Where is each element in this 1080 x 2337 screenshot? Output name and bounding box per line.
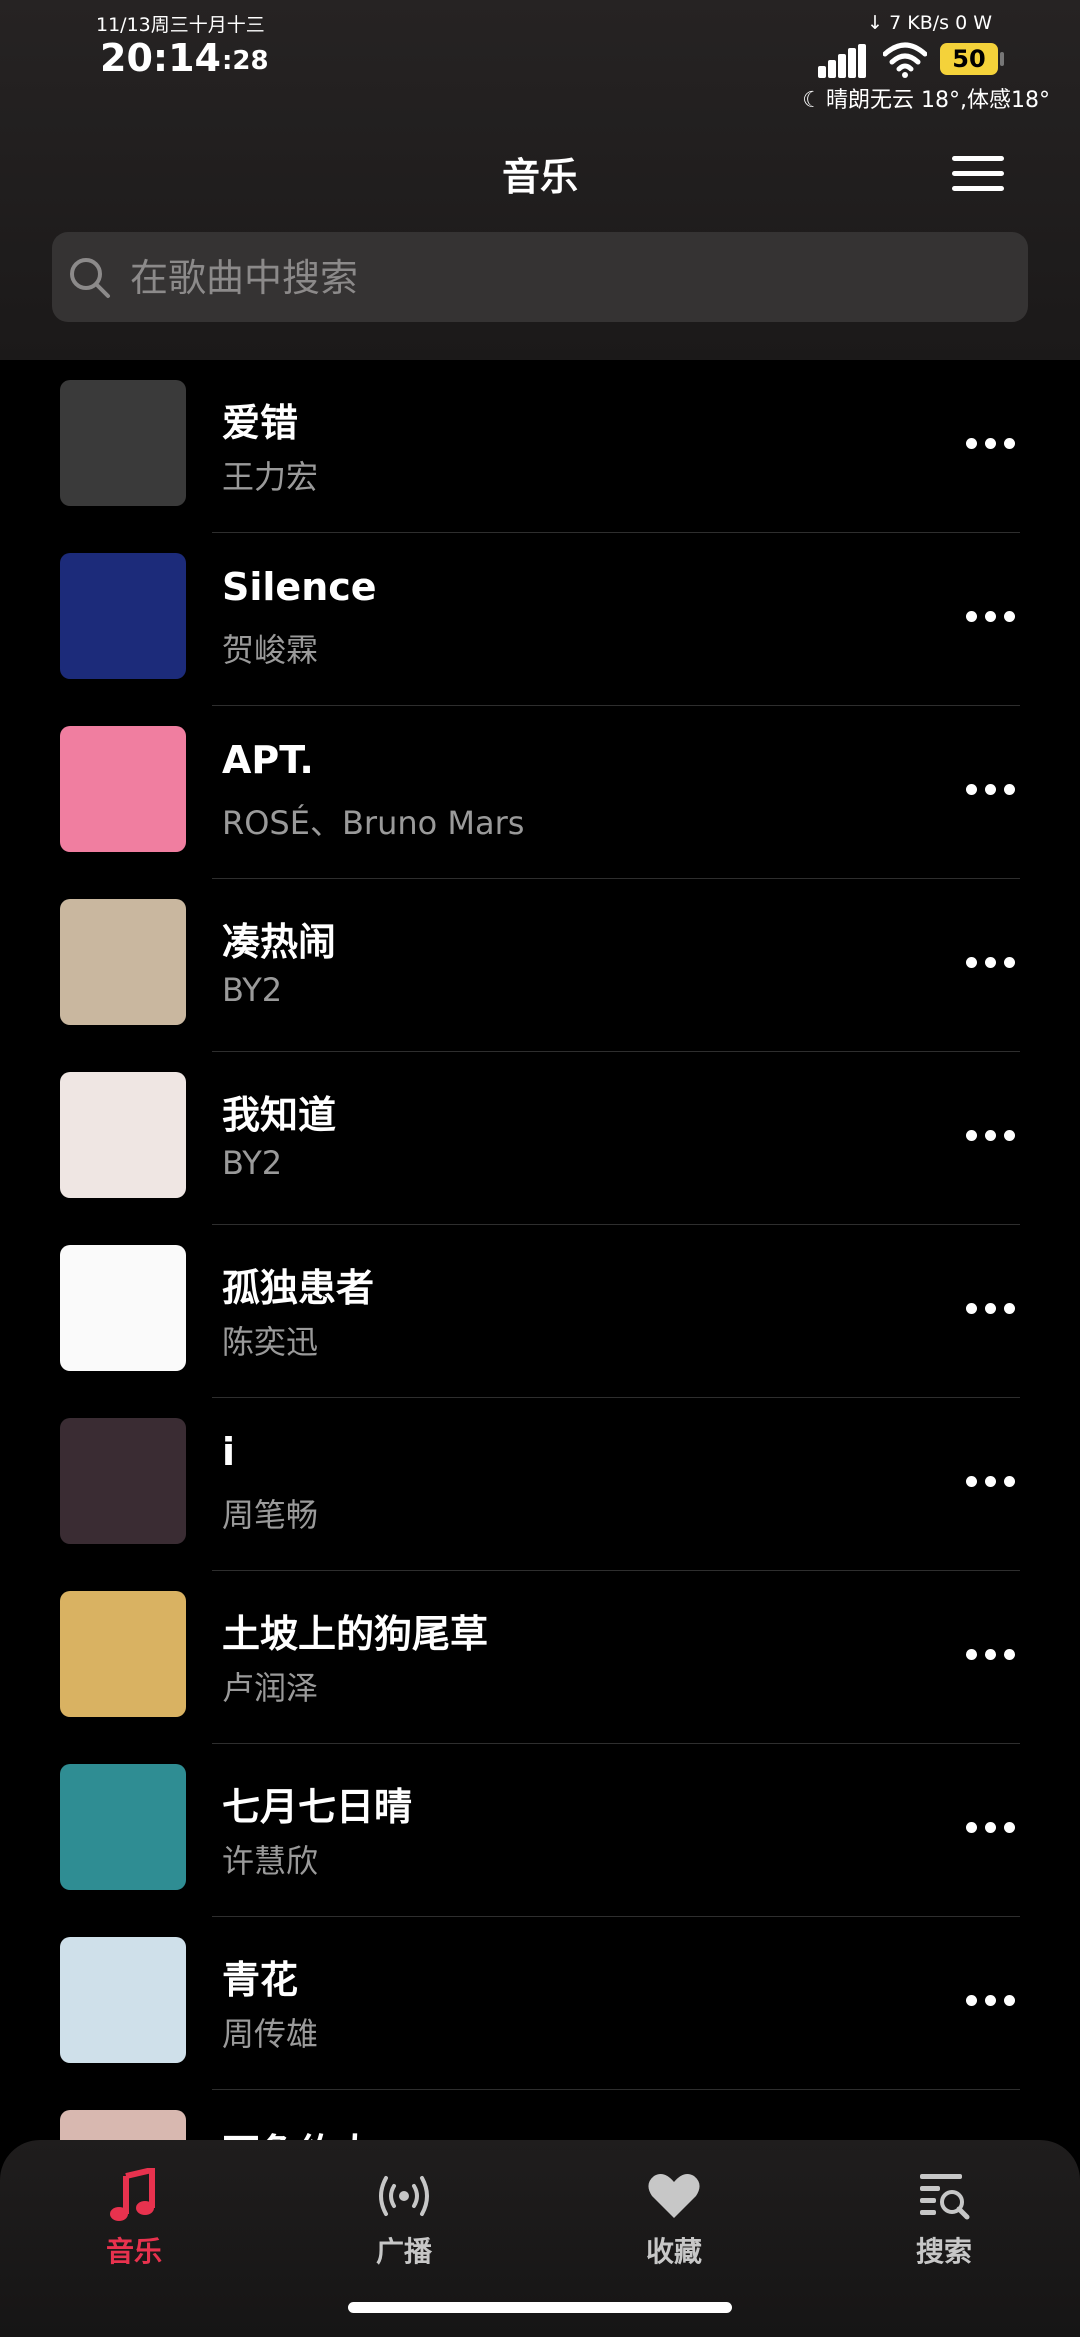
album-cover [60,726,186,852]
search-input[interactable] [128,232,1012,324]
song-row[interactable]: Silence 贺峻霖 [0,533,1080,706]
album-cover [60,380,186,506]
song-row[interactable]: 七月七日晴 许慧欣 [0,1744,1080,1917]
status-seconds: :28 [222,46,269,76]
song-title: APT. [222,738,314,782]
wifi-icon [883,42,927,78]
song-artist: 王力宏 [222,458,319,496]
song-row[interactable]: i 周笔畅 [0,1398,1080,1571]
more-options-icon[interactable] [966,784,1016,796]
album-cover [60,1764,186,1890]
song-title: i [222,1430,236,1474]
menu-icon-bar [952,171,1004,176]
tab-label: 音乐 [105,2235,162,2268]
signal-icon [818,44,866,78]
album-cover [60,1418,186,1544]
battery-indicator: 50 [940,43,998,75]
menu-icon [952,156,1004,161]
song-artist: ROSÉ、Bruno Mars [222,804,525,842]
heart-icon [648,2174,700,2218]
more-options-icon[interactable] [966,1822,1016,1834]
song-row[interactable]: 凑热闹 BY2 [0,879,1080,1052]
song-title: 土坡上的狗尾草 [222,1612,489,1656]
song-title: Silence [222,565,377,609]
song-row[interactable]: 土坡上的狗尾草卢润泽 [0,1571,1080,1744]
song-artist: BY2 [222,1144,283,1182]
more-options-icon[interactable] [966,1303,1016,1315]
weather-status: ☾ 晴朗无云 18°,体感18° [802,82,1050,114]
song-list: 爱错王力宏 Silence 贺峻霖 APT. ROSÉ、Bruno Mars 凑热闹 BY2… [0,360,1080,2140]
album-cover [60,1072,186,1198]
song-artist: 陈奕迅 [222,1323,319,1361]
song-title: 爱错 [222,401,299,445]
song-row[interactable]: 青花 周传雄 [0,1917,1080,2090]
song-row[interactable]: 不負約人 [0,2090,1080,2140]
menu-icon-bar [952,186,1004,191]
album-cover [60,899,186,1025]
more-options-icon[interactable] [966,611,1016,623]
album-cover [60,1245,186,1371]
tab-label: 搜索 [915,2235,972,2268]
song-title: 凑热闹 [222,920,337,964]
song-artist: 周传雄 [222,2015,319,2053]
status-date: 11/13周三十月十三 [96,14,265,36]
more-options-icon[interactable] [966,957,1016,969]
song-row[interactable]: 我知道 BY2 [0,1052,1080,1225]
list-search-icon [920,2174,970,2220]
tab-broadcast[interactable]: 广播 [324,2168,484,2288]
music-note-icon [110,2168,155,2221]
moon-icon: ☾ [802,88,823,113]
song-artist: 周笔畅 [222,1496,319,1534]
tab-favorites[interactable]: 收藏 [594,2168,754,2288]
search-icon [70,258,110,298]
album-cover [60,1937,186,2063]
album-cover [60,1591,186,1717]
song-row[interactable]: 爱错 王力宏 [0,360,1080,533]
song-row[interactable]: 孤独患者 陈奕迅 [0,1225,1080,1398]
home-indicator [348,2302,732,2313]
weather-text: 晴朗无云 18°,体感18° [826,88,1050,113]
song-artist: 贺峻霖 [222,631,319,669]
battery-tip [1000,52,1004,66]
more-options-icon[interactable] [966,1476,1016,1488]
song-title: 孤独患者 [222,1266,375,1310]
song-title: 我知道 [222,1093,337,1137]
status-time: 20:14 [100,36,221,80]
broadcast-icon [379,2176,429,2216]
song-artist: 卢润泽 [222,1669,319,1707]
song-artist: 许慧欣 [222,1842,319,1880]
page-title: 音乐 [501,155,578,199]
tab-music[interactable]: 音乐 [54,2168,214,2288]
network-speed: ↓ 7 KB/s 0 W [867,12,992,34]
song-artist: BY2 [222,971,283,1009]
album-cover [60,2110,186,2140]
tab-label: 广播 [375,2235,432,2268]
song-row[interactable]: APT. ROSÉ、Bruno Mars [0,706,1080,879]
more-options-icon[interactable] [966,1995,1016,2007]
more-options-icon[interactable] [966,1130,1016,1142]
more-options-icon[interactable] [966,1649,1016,1661]
song-title: 不負約人 [222,2122,374,2140]
more-options-icon[interactable] [966,438,1016,450]
tab-search[interactable]: 搜索 [864,2168,1024,2288]
tab-label: 收藏 [645,2235,702,2268]
song-title: 青花 [222,1958,299,2002]
song-title: 七月七日晴 [222,1785,413,1829]
search-bar[interactable] [52,232,1028,324]
album-cover [60,553,186,679]
menu-button[interactable] [952,154,1008,194]
